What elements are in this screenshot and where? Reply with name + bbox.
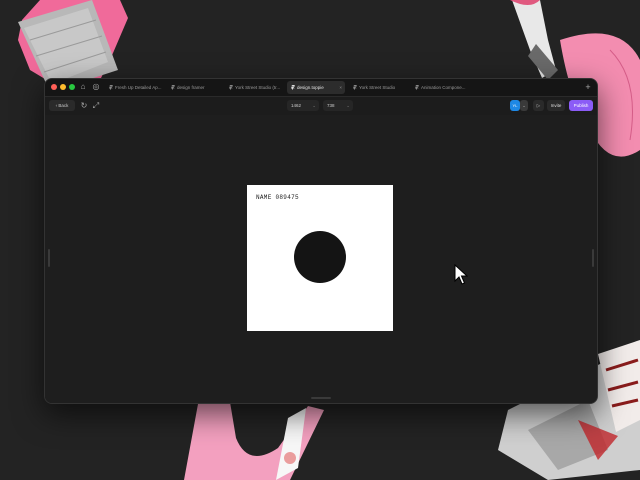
tab-york-street-studio-tr[interactable]: York Street Studio (tr... [225,81,283,94]
framer-logo-icon [229,85,233,90]
tab-label: York Street Studio [359,85,396,90]
frame-name-label: NAME 089475 [256,194,299,201]
home-icon[interactable]: ⌂ [78,82,88,92]
tab-york-street-studio[interactable]: York Street Studio [349,81,407,94]
height-value: 738 [327,103,335,108]
tab-label: Animation Compone... [421,85,466,90]
minimize-window-button[interactable] [60,84,66,90]
width-field[interactable]: 1462 ⌄ [287,100,319,111]
mouse-cursor-icon [454,264,468,285]
preview-button[interactable]: ▷ [533,100,544,111]
tab-fresh-up[interactable]: Fresh Up Detailed Ap... [105,81,163,94]
toolbar: ‹ Back ↻ ⤢ 1462 ⌄ 738 ⌄ YL ⌄ ▷ Invite Pu… [45,97,597,114]
notifications-icon[interactable]: ◎ [91,82,101,92]
framer-logo-icon [415,85,419,90]
chevron-down-icon: ⌄ [312,103,316,108]
height-field[interactable]: 738 ⌄ [323,100,353,111]
silver-tape-decoration [18,0,128,90]
new-tab-button[interactable]: + [583,82,593,92]
bottom-resize-handle[interactable] [311,397,331,399]
tab-label: design framer [177,85,205,90]
invite-button[interactable]: Invite [547,100,565,111]
tab-design-framer[interactable]: design framer [167,81,221,94]
back-button[interactable]: ‹ Back [49,100,75,111]
back-button-label: Back [58,103,69,108]
tab-design-toppie[interactable]: design.toppie × [287,81,345,94]
framer-logo-icon [353,85,357,90]
right-resize-handle[interactable] [592,249,594,267]
tab-bar: ⌂ ◎ Fresh Up Detailed Ap... design frame… [45,79,597,97]
framer-logo-icon [171,85,175,90]
close-window-button[interactable] [51,84,57,90]
tab-animation-components[interactable]: Animation Compone... [411,81,471,94]
width-value: 1462 [291,103,302,108]
avatar-dropdown[interactable]: ⌄ [520,100,528,111]
close-tab-icon[interactable]: × [339,81,342,94]
play-icon: ▷ [536,103,541,108]
tab-label: design.toppie [297,85,324,90]
chevron-down-icon: ⌄ [346,103,350,108]
black-circle-shape[interactable] [294,231,346,283]
tab-label: Fresh Up Detailed Ap... [115,85,162,90]
framer-logo-icon [291,85,295,90]
tab-label: York Street Studio (tr... [235,85,281,90]
framer-logo-icon [109,85,113,90]
pink-paper-decoration [184,402,324,480]
publish-button[interactable]: Publish [569,100,593,111]
refresh-icon[interactable]: ↻ [79,101,89,111]
canvas[interactable]: NAME 089475 [45,115,597,403]
app-window: ⌂ ◎ Fresh Up Detailed Ap... design frame… [44,78,598,404]
design-frame[interactable]: NAME 089475 [247,185,393,331]
user-avatar[interactable]: YL [510,100,520,111]
zoom-window-button[interactable] [69,84,75,90]
avatar-initials: YL [512,103,518,108]
left-resize-handle[interactable] [48,249,50,267]
expand-icon[interactable]: ⤢ [91,101,101,111]
